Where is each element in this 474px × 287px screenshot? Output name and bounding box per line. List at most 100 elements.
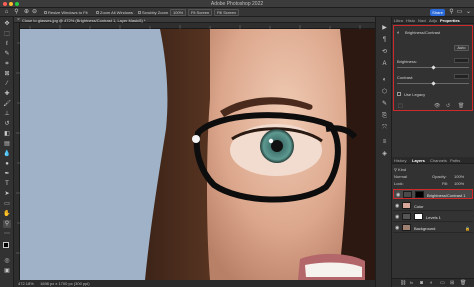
zoom-level[interactable]: 472.18%	[18, 281, 34, 286]
use-legacy-checkbox[interactable]	[397, 92, 401, 96]
stamp-icon[interactable]: ⊥	[3, 110, 11, 118]
eyedropper-icon[interactable]: ⁄	[3, 80, 11, 88]
scrubby-zoom-option[interactable]: Scrubby Zoom	[138, 10, 168, 15]
tab-channels[interactable]: Channels	[430, 158, 447, 163]
eraser-icon[interactable]: ◧	[3, 130, 11, 138]
zoom-in-icon[interactable]: ⊕	[23, 9, 30, 16]
more-tools-icon[interactable]: ⋯	[3, 230, 11, 238]
gradient-icon[interactable]: ▤	[3, 140, 11, 148]
history-brush-icon[interactable]: ↺	[3, 120, 11, 128]
auto-button[interactable]: Auto	[454, 45, 469, 51]
trash-icon[interactable]: 🗑	[458, 103, 464, 109]
scrubby-zoom-checkbox[interactable]	[138, 11, 141, 15]
blur-icon[interactable]: 💧	[3, 150, 11, 158]
pen-icon[interactable]: ✒	[3, 170, 11, 178]
link-icon[interactable]: ⛓	[400, 280, 406, 286]
zoom-out-icon[interactable]: ⊖	[31, 9, 38, 16]
opacity-field[interactable]: 100%	[454, 174, 464, 179]
contrast-slider-thumb[interactable]	[430, 81, 436, 86]
clone-source-icon[interactable]: ⎘	[381, 113, 388, 120]
frame-icon[interactable]: ⊠	[3, 70, 11, 78]
brush-icon[interactable]: 🖌	[3, 100, 11, 108]
layer-name[interactable]: Color	[414, 204, 424, 209]
fill-field[interactable]: 100%	[454, 181, 464, 186]
view-previous-icon[interactable]: 👁	[434, 103, 440, 109]
mask-thumbnail[interactable]	[415, 191, 424, 198]
trash-icon[interactable]: 🗑	[460, 280, 466, 286]
foreground-color-swatch[interactable]	[3, 242, 9, 248]
move-icon[interactable]: ✥	[3, 20, 11, 28]
marquee-icon[interactable]: ⬚	[3, 30, 11, 38]
screen-mode-icon[interactable]: ▣	[3, 267, 11, 275]
mask-icon[interactable]: ◙	[420, 280, 423, 286]
layer-row[interactable]: ◉ Levels 1	[393, 212, 473, 222]
cube-icon[interactable]: ⬡	[381, 89, 388, 96]
type-icon[interactable]: T	[3, 180, 11, 188]
fx-icon[interactable]: fx	[410, 280, 413, 285]
clip-to-layer-icon[interactable]: ⬚	[398, 103, 403, 109]
folder-icon[interactable]: ▭	[440, 280, 445, 286]
chevron-down-icon[interactable]: ⌄	[465, 9, 472, 16]
character-icon[interactable]: A	[381, 61, 388, 68]
zoom-all-checkbox[interactable]	[96, 11, 99, 15]
layer-name[interactable]: Levels 1	[426, 215, 441, 220]
fit-screen-button[interactable]: Fit Screen	[188, 9, 213, 16]
tab-layers[interactable]: Layers	[412, 158, 425, 163]
dodge-icon[interactable]: ●	[3, 160, 11, 168]
tab-libraries[interactable]: Libra	[394, 18, 403, 23]
brush-settings-icon[interactable]: ✎	[381, 101, 388, 108]
tab-paths[interactable]: Paths	[450, 158, 460, 163]
layer-name[interactable]: Brightness/Contrast 1	[427, 193, 465, 198]
contrast-field[interactable]	[454, 74, 469, 79]
lasso-icon[interactable]: ℓ	[3, 40, 11, 48]
eye-icon[interactable]: ◉	[395, 214, 399, 220]
tab-navigator[interactable]: Navi	[418, 18, 426, 23]
zoom-icon[interactable]: ⚲	[3, 220, 11, 228]
resize-windows-option[interactable]: Resize Windows to Fit	[44, 10, 88, 15]
brightness-slider-thumb[interactable]	[430, 65, 436, 70]
hand-icon[interactable]: ✋	[3, 210, 11, 218]
eye-icon[interactable]: ◉	[396, 192, 400, 198]
document-canvas[interactable]	[20, 29, 375, 280]
brightness-field[interactable]	[454, 58, 469, 63]
layer-name[interactable]: Background	[414, 226, 435, 231]
layer-row[interactable]: ◉ Color	[393, 201, 473, 211]
share-button[interactable]: Share	[430, 9, 445, 16]
layer-filter[interactable]: ⚲ Kind	[394, 167, 406, 172]
shape-icon[interactable]: ▭	[3, 200, 11, 208]
reset-icon[interactable]: ↺	[446, 103, 450, 109]
workspace-icon[interactable]: ▭	[456, 9, 463, 16]
tab-history[interactable]: History	[394, 158, 406, 163]
search-icon[interactable]: ⚲	[448, 9, 455, 16]
path-select-icon[interactable]: ➤	[3, 190, 11, 198]
resize-windows-checkbox[interactable]	[44, 11, 47, 15]
adjust-icon[interactable]: ◐	[381, 77, 388, 84]
fill-screen-button[interactable]: Fill Screen	[214, 9, 239, 16]
home-icon[interactable]: ⌂	[3, 9, 10, 16]
mask-thumbnail[interactable]	[414, 213, 423, 220]
quick-select-icon[interactable]: ✎	[3, 50, 11, 58]
blend-mode-select[interactable]: Normal	[394, 174, 407, 179]
quick-mask-icon[interactable]: ◎	[3, 257, 11, 265]
adjustment-icon[interactable]: ◐	[430, 280, 433, 286]
layer-row[interactable]: ◉ Brightness/Contrast 1	[393, 189, 473, 199]
zoom-100-button[interactable]: 100%	[170, 9, 187, 16]
channels-icon[interactable]: ◈	[381, 151, 388, 158]
play-icon[interactable]: ▶	[381, 25, 388, 32]
eye-icon[interactable]: ◉	[395, 203, 399, 209]
layers-icon[interactable]: ≡	[381, 139, 388, 146]
paragraph-icon[interactable]: ¶	[381, 37, 388, 44]
layer-row[interactable]: ◉ Background 🔒	[393, 223, 473, 233]
zoom-tool-icon[interactable]: ⚲	[13, 9, 20, 16]
tab-histogram[interactable]: Histo	[406, 18, 415, 23]
history-icon[interactable]: ⟲	[381, 49, 388, 56]
right-panels: Libra Histo Navi Adju Properties ◐ Brigh…	[392, 17, 474, 287]
crop-icon[interactable]: ⌗	[3, 60, 11, 68]
eye-icon[interactable]: ◉	[395, 225, 399, 231]
new-layer-icon[interactable]: ⊞	[450, 280, 454, 286]
zoom-all-option[interactable]: Zoom All Windows	[96, 10, 133, 15]
tab-adjustments[interactable]: Adju	[429, 18, 437, 23]
healing-icon[interactable]: ✚	[3, 90, 11, 98]
transform-icon[interactable]: ⤧	[381, 125, 388, 132]
tab-properties[interactable]: Properties	[440, 18, 460, 23]
